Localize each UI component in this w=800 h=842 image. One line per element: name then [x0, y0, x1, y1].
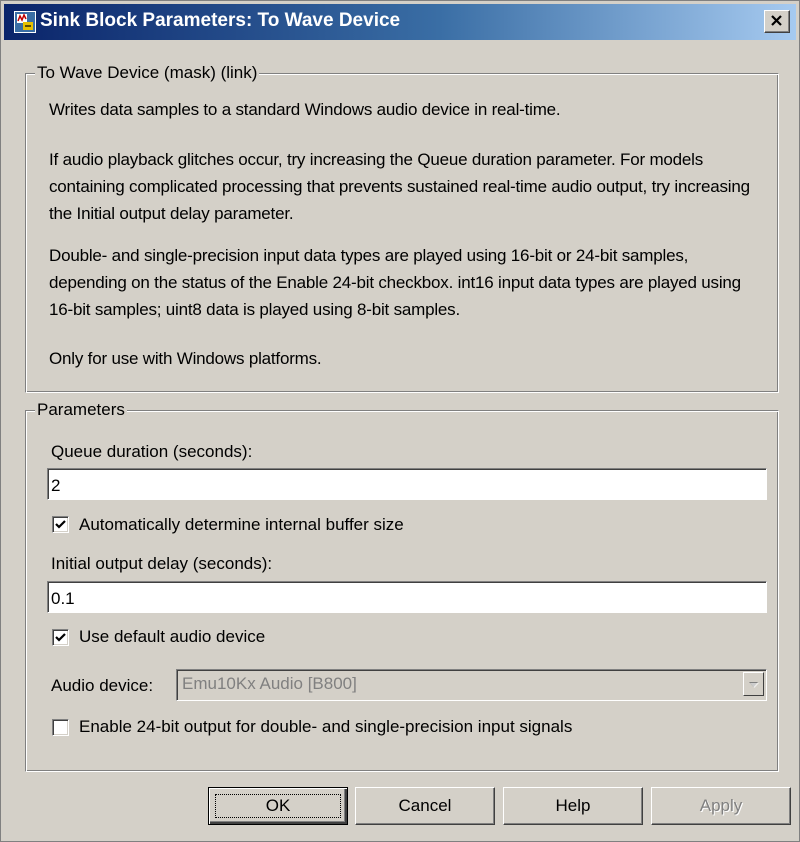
dialog-window: Sink Block Parameters: To Wave Device To… — [0, 0, 800, 842]
apply-button[interactable]: Apply — [651, 787, 791, 825]
simulink-block-icon[interactable] — [14, 11, 36, 33]
audio-device-label: Audio device: — [51, 676, 154, 695]
apply-button-label: Apply — [699, 796, 743, 815]
ok-button[interactable]: OK — [208, 787, 348, 825]
enable-24bit-checkbox[interactable] — [52, 719, 69, 736]
auto-buffer-label[interactable]: Automatically determine internal buffer … — [79, 515, 404, 535]
description-paragraph: Writes data samples to a standard Window… — [49, 100, 561, 119]
queue-duration-input[interactable] — [47, 468, 767, 500]
checkmark-icon — [55, 633, 66, 642]
initial-delay-label: Initial output delay (seconds): — [51, 554, 273, 573]
auto-buffer-checkbox[interactable] — [52, 516, 69, 533]
description-paragraph: If audio playback glitches occur, try in… — [49, 150, 750, 223]
default-device-label[interactable]: Use default audio device — [79, 627, 265, 647]
initial-delay-input[interactable] — [47, 581, 767, 613]
help-button-label: Help — [555, 796, 591, 815]
title-bar[interactable]: Sink Block Parameters: To Wave Device — [4, 4, 796, 40]
enable-24bit-label[interactable]: Enable 24-bit output for double- and sin… — [79, 717, 572, 737]
checkmark-icon — [55, 520, 66, 529]
cancel-button-label: Cancel — [398, 796, 452, 815]
audio-device-select[interactable]: Emu10Kx Audio [B800] — [176, 669, 767, 701]
description-paragraph: Only for use with Windows platforms. — [49, 349, 322, 368]
ok-button-label: OK — [265, 796, 291, 815]
dropdown-arrow-button[interactable] — [743, 672, 764, 696]
audio-device-value: Emu10Kx Audio [B800] — [182, 674, 357, 693]
window-title: Sink Block Parameters: To Wave Device — [40, 10, 401, 31]
close-button[interactable] — [764, 10, 790, 33]
close-icon — [765, 11, 789, 32]
parameters-group-title: Parameters — [35, 400, 127, 420]
description-paragraph: Double- and single-precision input data … — [49, 246, 741, 319]
help-button[interactable]: Help — [503, 787, 643, 825]
description-group-title: To Wave Device (mask) (link) — [35, 63, 260, 83]
default-device-checkbox[interactable] — [52, 629, 69, 646]
queue-duration-label: Queue duration (seconds): — [51, 442, 253, 461]
cancel-button[interactable]: Cancel — [355, 787, 495, 825]
chevron-down-icon — [749, 682, 759, 688]
